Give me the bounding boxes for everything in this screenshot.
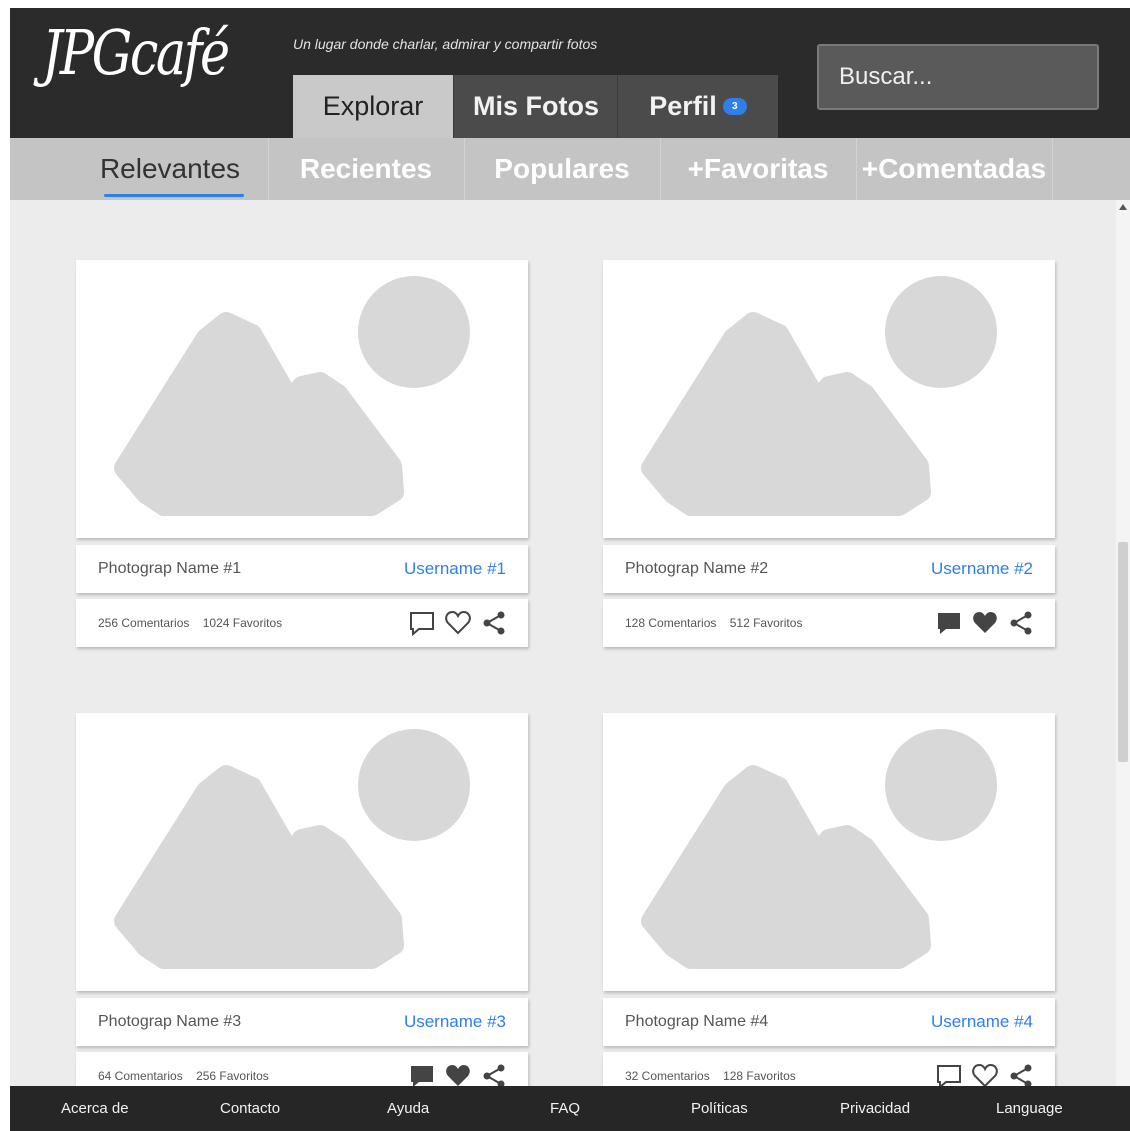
image-placeholder-icon — [114, 276, 470, 516]
photo-grid: Photograp Name #1 Username #1 256 Coment… — [10, 200, 1130, 1086]
subtab-recientes[interactable]: Recientes — [268, 138, 465, 200]
app-frame: JPGcafé Un lugar donde charlar, admirar … — [10, 8, 1130, 1131]
notification-badge: 3 — [722, 98, 747, 115]
photo-thumbnail[interactable] — [76, 260, 528, 538]
heart-outline-icon[interactable] — [971, 1062, 999, 1086]
card-info-bar: Photograp Name #4 Username #4 — [603, 998, 1055, 1046]
card-stats-bar: 32 Comentarios 128 Favoritos — [603, 1052, 1055, 1086]
comment-filled-icon[interactable] — [935, 609, 963, 637]
card-stats-bar: 128 Comentarios 512 Favoritos — [603, 599, 1055, 647]
footer-link-politicas[interactable]: Políticas — [691, 1086, 748, 1131]
share-icon[interactable] — [1007, 1062, 1035, 1086]
photo-card: Photograp Name #1 Username #1 256 Coment… — [76, 260, 528, 647]
card-actions — [408, 609, 508, 637]
comment-filled-icon[interactable] — [408, 1062, 436, 1086]
photo-card: Photograp Name #2 Username #2 128 Coment… — [603, 260, 1055, 647]
card-info-bar: Photograp Name #1 Username #1 — [76, 545, 528, 593]
photo-thumbnail[interactable] — [76, 713, 528, 991]
favorite-count: 1024 Favoritos — [202, 616, 283, 630]
tagline: Un lugar donde charlar, admirar y compar… — [293, 36, 598, 52]
card-info-bar: Photograp Name #2 Username #2 — [603, 545, 1055, 593]
username-link[interactable]: Username #3 — [404, 1012, 506, 1032]
subtab-favoritas[interactable]: +Favoritas — [660, 138, 857, 200]
tab-label: Mis Fotos — [473, 91, 599, 121]
comment-outline-icon[interactable] — [935, 1062, 963, 1086]
comment-count: 256 Comentarios — [98, 616, 190, 630]
comment-count: 64 Comentarios — [98, 1069, 183, 1083]
subtab-label: Populares — [494, 153, 630, 184]
username-link[interactable]: Username #2 — [931, 559, 1033, 579]
tab-perfil[interactable]: Perfil 3 — [617, 75, 778, 138]
subtab-label: +Favoritas — [687, 153, 829, 184]
comment-count: 128 Comentarios — [625, 616, 717, 630]
subtab-populares[interactable]: Populares — [464, 138, 661, 200]
photo-name: Photograp Name #2 — [625, 560, 769, 577]
counts: 64 Comentarios 256 Favoritos — [98, 1069, 269, 1083]
scrollbar-thumb[interactable] — [1118, 542, 1128, 762]
subtab-label: Relevantes — [99, 153, 241, 184]
search-input[interactable] — [817, 44, 1099, 110]
heart-filled-icon[interactable] — [444, 1062, 472, 1086]
favorite-count: 128 Favoritos — [723, 1069, 796, 1083]
card-info-bar: Photograp Name #3 Username #3 — [76, 998, 528, 1046]
counts: 128 Comentarios 512 Favoritos — [625, 616, 802, 630]
sub-nav: Relevantes Recientes Populares +Favorita… — [10, 138, 1130, 200]
favorite-count: 512 Favoritos — [729, 616, 803, 630]
counts: 32 Comentarios 128 Favoritos — [625, 1069, 796, 1083]
tab-label: Explorar — [322, 91, 424, 121]
card-actions — [935, 609, 1035, 637]
card-stats-bar: 256 Comentarios 1024 Favoritos — [76, 599, 528, 647]
scroll-up-arrow-icon[interactable] — [1119, 204, 1127, 210]
logo[interactable]: JPGcafé — [42, 22, 230, 84]
card-actions — [935, 1062, 1035, 1086]
counts: 256 Comentarios 1024 Favoritos — [98, 616, 282, 630]
photo-thumbnail[interactable] — [603, 713, 1055, 991]
photo-card: Photograp Name #4 Username #4 32 Comenta… — [603, 713, 1055, 1086]
photo-card: Photograp Name #3 Username #3 64 Comenta… — [76, 713, 528, 1086]
image-placeholder-icon — [641, 276, 997, 516]
photo-name: Photograp Name #4 — [625, 1013, 769, 1030]
share-icon[interactable] — [480, 1062, 508, 1086]
image-placeholder-icon — [641, 729, 997, 969]
tab-mis-fotos[interactable]: Mis Fotos — [453, 75, 618, 138]
vertical-scrollbar[interactable] — [1116, 200, 1130, 1086]
tab-label: Perfil — [649, 91, 717, 121]
card-stats-bar: 64 Comentarios 256 Favoritos — [76, 1052, 528, 1086]
footer-link-language[interactable]: Language — [996, 1086, 1063, 1131]
subtab-label: +Comentadas — [861, 153, 1047, 184]
username-link[interactable]: Username #1 — [404, 559, 506, 579]
header: JPGcafé Un lugar donde charlar, admirar … — [10, 8, 1130, 138]
card-actions — [408, 1062, 508, 1086]
subtab-relevantes[interactable]: Relevantes — [72, 138, 269, 200]
share-icon[interactable] — [1007, 609, 1035, 637]
footer-link-faq[interactable]: FAQ — [550, 1086, 580, 1131]
share-icon[interactable] — [480, 609, 508, 637]
favorite-count: 256 Favoritos — [196, 1069, 269, 1083]
comment-outline-icon[interactable] — [408, 609, 436, 637]
photo-name: Photograp Name #3 — [98, 1013, 242, 1030]
footer-link-ayuda[interactable]: Ayuda — [387, 1086, 429, 1131]
subtab-label: Recientes — [299, 153, 433, 184]
footer-link-acerca[interactable]: Acerca de — [61, 1086, 129, 1131]
comment-count: 32 Comentarios — [625, 1069, 710, 1083]
subtab-comentadas[interactable]: +Comentadas — [856, 138, 1053, 200]
photo-name: Photograp Name #1 — [98, 560, 242, 577]
heart-filled-icon[interactable] — [971, 609, 999, 637]
photo-thumbnail[interactable] — [603, 260, 1055, 538]
footer-link-contacto[interactable]: Contacto — [220, 1086, 280, 1131]
footer: Acerca de Contacto Ayuda FAQ Políticas P… — [10, 1086, 1130, 1131]
image-placeholder-icon — [114, 729, 470, 969]
tab-explorar[interactable]: Explorar — [293, 75, 453, 138]
heart-outline-icon[interactable] — [444, 609, 472, 637]
footer-link-privacidad[interactable]: Privacidad — [840, 1086, 910, 1131]
username-link[interactable]: Username #4 — [931, 1012, 1033, 1032]
